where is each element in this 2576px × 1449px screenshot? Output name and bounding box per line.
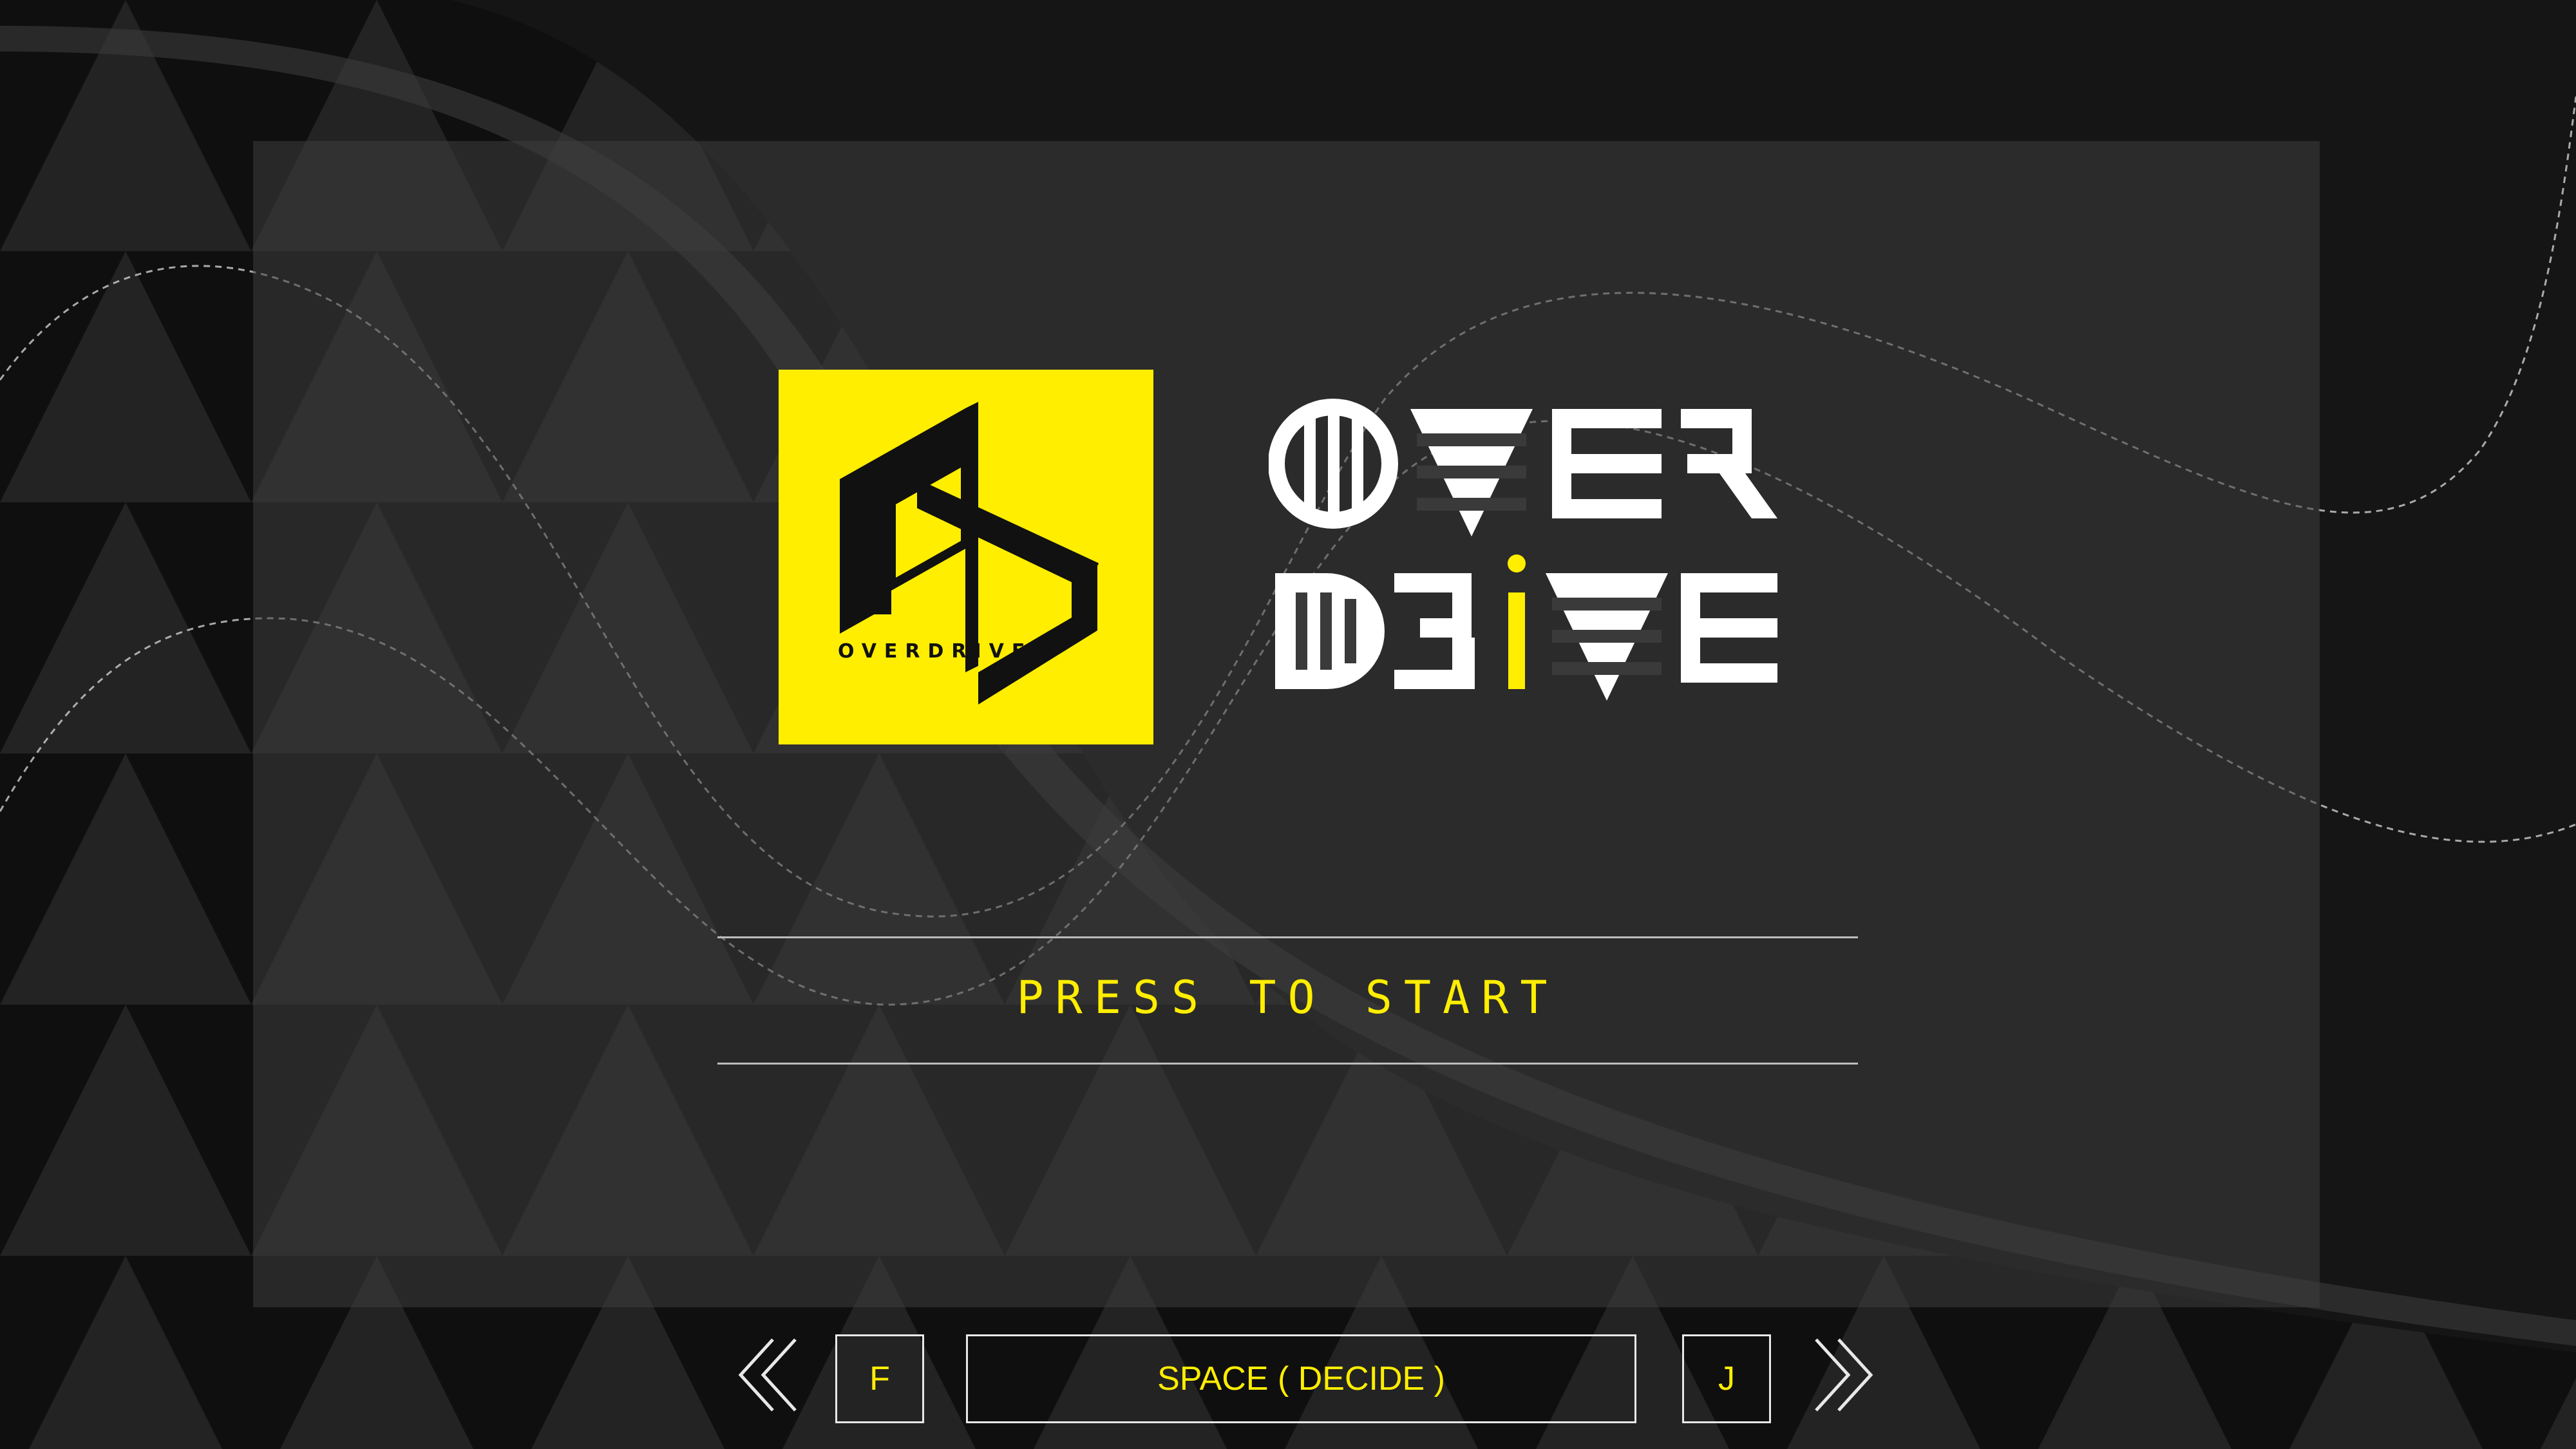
control-hint-bar: F SPACE ( DECIDE ) J — [0, 1307, 2576, 1449]
title-panel — [253, 141, 2320, 1307]
press-to-start-button[interactable]: PRESS TO START — [717, 971, 1858, 1024]
overdrive-logo-icon: OVERDRIVE — [779, 370, 1153, 744]
key-f-label: F — [869, 1360, 890, 1397]
title-line-over — [1269, 390, 1784, 544]
key-j-label: J — [1718, 1360, 1735, 1397]
start-divider-bottom — [717, 1063, 1858, 1065]
key-j-button[interactable]: J — [1682, 1334, 1771, 1423]
key-f-button[interactable]: F — [835, 1334, 924, 1423]
double-chevron-left-icon — [738, 1338, 797, 1412]
decide-space-button[interactable]: SPACE ( DECIDE ) — [966, 1334, 1636, 1423]
decide-key-label: SPACE ( DECIDE ) — [1157, 1360, 1445, 1397]
start-divider-top — [717, 936, 1858, 938]
double-chevron-right-icon — [1815, 1338, 1873, 1412]
logo-wordmark: OVERDRIVE — [838, 640, 1033, 663]
title-line-drive — [1269, 554, 1784, 708]
